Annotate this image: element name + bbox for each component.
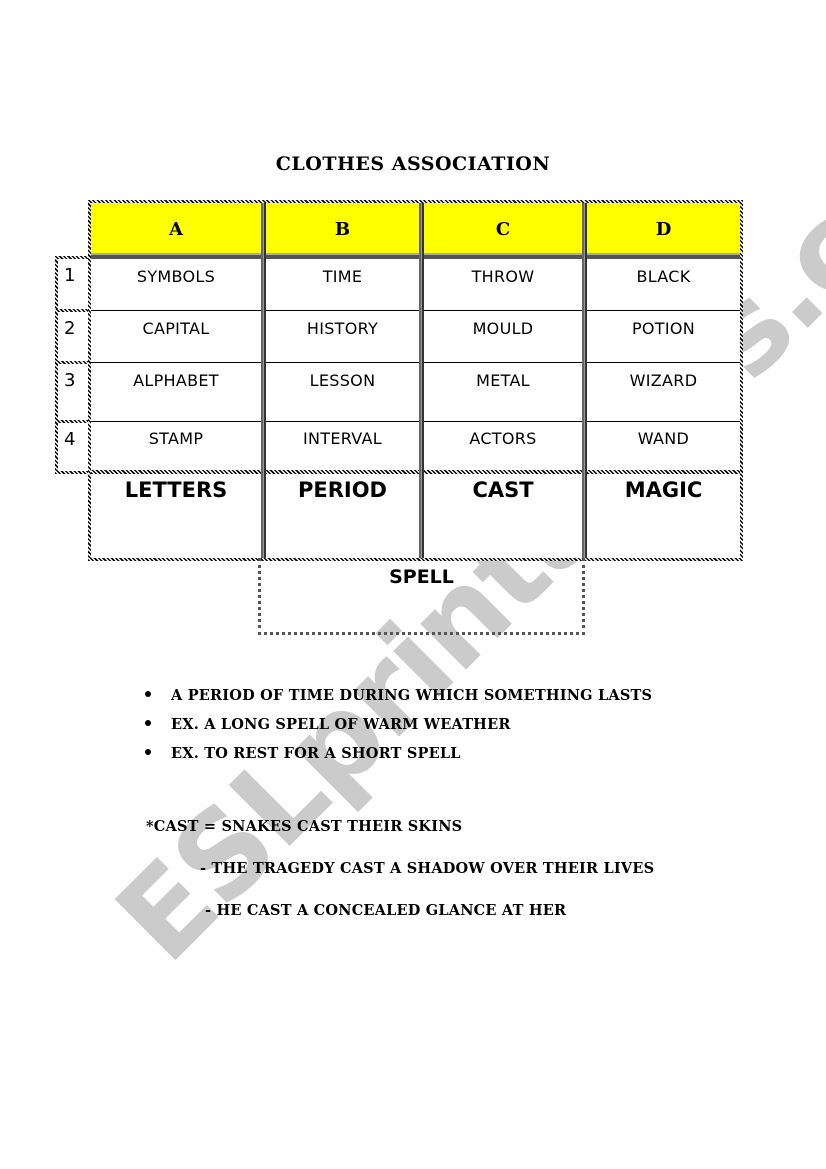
word-cell: WAND: [637, 429, 690, 448]
note-text: EX. A LONG SPELL OF WARM WEATHER: [171, 716, 511, 733]
cast-example: - HE CAST A CONCEALED GLANCE AT HER: [205, 902, 567, 919]
column-header: A: [91, 203, 261, 259]
row-number-cell: 1: [55, 256, 91, 312]
list-item: A PERIOD OF TIME DURING WHICH SOMETHING …: [145, 687, 652, 716]
cast-example: - THE TRAGEDY CAST A SHADOW OVER THEIR L…: [200, 860, 655, 877]
association-table: A SYMBOLS CAPITAL ALPHABET STAMP LETTERS…: [88, 200, 743, 561]
word-cell: THROW: [471, 267, 535, 286]
column-c: C THROW MOULD METAL ACTORS CAST: [424, 203, 582, 558]
bullet-icon: [145, 720, 151, 726]
word-cell: HISTORY: [306, 319, 379, 338]
word-cell: TIME: [322, 267, 363, 286]
word-cell: MOULD: [472, 319, 534, 338]
definition-notes: A PERIOD OF TIME DURING WHICH SOMETHING …: [145, 687, 652, 774]
row-number: 2: [58, 312, 88, 361]
bullet-icon: [145, 749, 151, 755]
column-b: B TIME HISTORY LESSON INTERVAL PERIOD: [266, 203, 419, 558]
word-cell: LESSON: [309, 371, 376, 390]
answer-cell: MAGIC: [624, 478, 703, 502]
word-cell: BLACK: [636, 267, 691, 286]
word-cell: ALPHABET: [133, 371, 219, 390]
list-item: EX. TO REST FOR A SHORT SPELL: [145, 745, 652, 774]
row-number-cell: 4: [55, 420, 91, 474]
row-number: 4: [58, 423, 88, 471]
word-cell: ACTORS: [469, 429, 537, 448]
word-cell: METAL: [476, 371, 530, 390]
answer-cell: PERIOD: [297, 478, 387, 502]
word-cell: STAMP: [148, 429, 204, 448]
row-number-cell: 3: [55, 361, 91, 423]
column-d: D BLACK POTION WIZARD WAND MAGIC: [587, 203, 740, 558]
column-a: A SYMBOLS CAPITAL ALPHABET STAMP LETTERS: [91, 203, 261, 558]
column-header: D: [587, 203, 740, 259]
cast-example: *CAST = SNAKES CAST THEIR SKINS: [146, 818, 463, 835]
page-title: CLOTHES ASSOCIATION: [275, 153, 551, 175]
word-cell: INTERVAL: [303, 429, 382, 448]
bullet-icon: [145, 691, 151, 697]
word-cell: SYMBOLS: [136, 267, 216, 286]
note-text: EX. TO REST FOR A SHORT SPELL: [171, 745, 461, 762]
row-number: 1: [58, 259, 88, 309]
answer-cell: LETTERS: [124, 478, 228, 502]
final-answer-box: SPELL: [258, 558, 585, 635]
row-number-column: 1 2 3 4: [55, 256, 91, 474]
answer-cell: CAST: [472, 478, 534, 502]
row-number: 3: [58, 364, 88, 420]
word-cell: WIZARD: [629, 371, 698, 390]
word-cell: POTION: [631, 319, 696, 338]
row-number-cell: 2: [55, 309, 91, 364]
note-text: A PERIOD OF TIME DURING WHICH SOMETHING …: [171, 687, 653, 704]
column-header: C: [424, 203, 582, 259]
word-cell: CAPITAL: [142, 319, 210, 338]
list-item: EX. A LONG SPELL OF WARM WEATHER: [145, 716, 652, 745]
column-header: B: [266, 203, 419, 259]
